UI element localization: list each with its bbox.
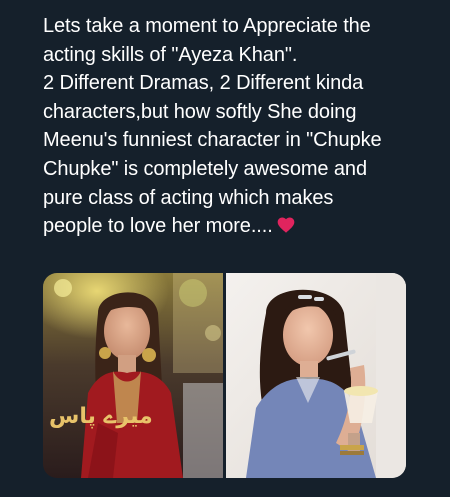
tweet-text-line: 2 Different Dramas, 2 Different kinda xyxy=(43,72,364,95)
tweet-text-line: acting skills of "Ayeza Khan". xyxy=(43,43,298,66)
tweet-text-line: characters,but how softly She doing xyxy=(43,100,357,123)
tweet-post: Lets take a moment to Appreciate the act… xyxy=(0,0,450,497)
media-grid[interactable]: میرے پاس xyxy=(43,273,406,478)
red-heart-icon xyxy=(277,217,294,233)
tweet-text-line: pure class of acting which makes xyxy=(43,186,334,209)
tweet-text-line: Lets take a moment to Appreciate the xyxy=(43,15,371,37)
photo-red-dress-drama-scene[interactable]: میرے پاس xyxy=(43,273,223,478)
tweet-text-line: Meenu's funniest character in "Chupke xyxy=(43,129,382,152)
tweet-text-last-line: people to love her more.... xyxy=(43,215,273,238)
tweet-text: Lets take a moment to Appreciate the act… xyxy=(43,12,443,241)
tweet-text-line: Chupke" is completely awesome and xyxy=(43,157,367,180)
photo-blue-shirt-eating-dessert[interactable] xyxy=(226,273,406,478)
drama-logo-text: میرے پاس xyxy=(49,404,153,429)
tweet-text-line: people to love her more.... xyxy=(43,212,443,241)
